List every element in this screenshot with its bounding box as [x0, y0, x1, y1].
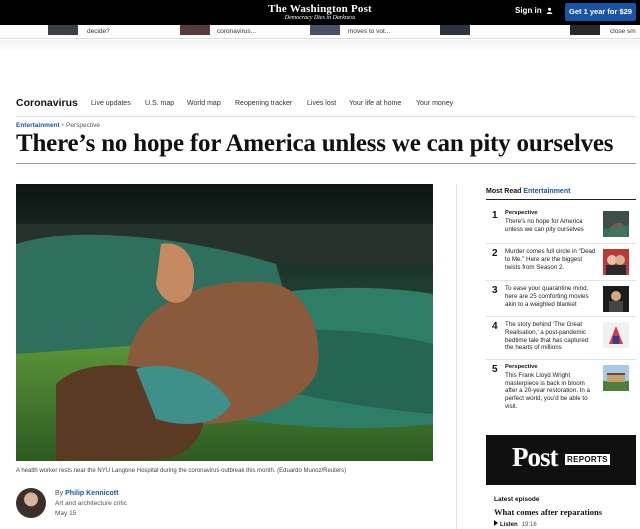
most-read-number: 2 — [492, 248, 498, 259]
promo-link[interactable]: decide? — [87, 25, 110, 38]
article-kicker: Entertainment • Perspective — [16, 122, 100, 129]
section-title[interactable]: Coronavirus — [16, 97, 78, 109]
podcast-brand-badge: REPORTS — [565, 454, 610, 465]
most-read-title: There’s no hope for America unless we ca… — [505, 217, 584, 233]
most-read-thumbnail[interactable] — [603, 365, 629, 391]
header-shadow — [0, 40, 640, 52]
most-read-header: Most Read Entertainment — [486, 188, 570, 195]
post-reports-banner[interactable]: Post REPORTS — [486, 435, 636, 485]
nav-link-life-at-home[interactable]: Your life at home — [349, 100, 401, 107]
most-read-tag: Perspective — [505, 210, 538, 216]
most-read-text: Murder comes full circle in “Dead to Me.… — [505, 248, 597, 271]
most-read-title: The story behind ‘The Great Realisation,… — [505, 321, 589, 352]
byline-prefix: By — [55, 490, 64, 497]
most-read-thumbnail[interactable] — [603, 322, 629, 348]
podcast-brand-word: Post — [512, 442, 558, 472]
nav-link-us-map[interactable]: U.S. map — [145, 100, 174, 107]
nav-link-lives-lost[interactable]: Lives lost — [307, 100, 336, 107]
episode-duration: 19:16 — [521, 522, 537, 528]
promo-thumbnail[interactable] — [570, 25, 600, 35]
author-role: Art and architecture critic — [55, 500, 127, 507]
most-read-text: Perspective This Frank Lloyd Wright maste… — [505, 364, 597, 411]
latest-episode-label: Latest episode — [494, 496, 540, 503]
nav-link-live-updates[interactable]: Live updates — [91, 100, 131, 107]
promo-thumbnail[interactable] — [440, 25, 470, 35]
promo-link[interactable]: close sm — [610, 25, 636, 38]
most-read-number: 4 — [492, 321, 498, 332]
most-read-thumbnail[interactable] — [603, 286, 629, 312]
most-read-separator — [486, 316, 636, 317]
most-read-rule — [486, 199, 636, 200]
section-nav: Coronavirus Live updates U.S. map World … — [16, 97, 636, 115]
most-read-number: 5 — [492, 364, 498, 375]
listen-button[interactable]: Listen 19:16 — [494, 520, 537, 528]
most-read-text: Perspective There’s no hope for America u… — [505, 210, 597, 233]
kicker-dot: • — [61, 122, 64, 129]
nav-link-world-map[interactable]: World map — [187, 100, 221, 107]
most-read-number: 1 — [492, 210, 498, 221]
most-read-section-link[interactable]: Entertainment — [523, 188, 570, 195]
sidebar-divider — [456, 184, 457, 529]
site-tagline: Democracy Dies in Darkness — [284, 15, 356, 21]
most-read-title: This Frank Lloyd Wright masterpiece is b… — [505, 371, 590, 410]
most-read-separator — [486, 280, 636, 281]
image-caption: A health worker rests near the NYU Lango… — [16, 468, 347, 474]
byline: By Philip Kennicott — [55, 490, 118, 497]
latest-episode-title[interactable]: What comes after reparations — [494, 507, 602, 517]
most-read-tag: Perspective — [505, 364, 538, 370]
subscribe-button[interactable]: Get 1 year for $29 — [565, 3, 636, 21]
promo-link[interactable]: coronavirus... — [217, 25, 256, 38]
nav-link-reopening-tracker[interactable]: Reopening tracker — [235, 100, 292, 107]
signin-button[interactable]: Sign in — [515, 6, 553, 15]
hero-photo-illustration — [16, 184, 433, 461]
most-read-text: The story behind ‘The Great Realisation,… — [505, 321, 597, 352]
signin-label: Sign in — [515, 6, 542, 15]
headline-divider — [16, 163, 636, 164]
most-read-title: To ease your quarantine mind, here are 2… — [505, 285, 589, 308]
author-link[interactable]: Philip Kennicott — [65, 490, 118, 497]
kicker-label: Perspective — [65, 122, 100, 129]
most-read-text: To ease your quarantine mind, here are 2… — [505, 285, 597, 308]
most-read-thumbnail[interactable] — [603, 249, 629, 275]
user-icon — [546, 7, 552, 14]
masthead-bar: The Washington Post Democracy Dies in Da… — [0, 0, 640, 25]
article-headline: There’s no hope for America unless we ca… — [16, 130, 614, 157]
most-read-label: Most Read — [486, 188, 522, 195]
most-read-separator — [486, 243, 636, 244]
kicker-section-link[interactable]: Entertainment — [16, 122, 60, 129]
promo-strip: decide? coronavirus... moves to vot... c… — [0, 25, 640, 39]
author-avatar[interactable] — [16, 488, 46, 518]
publish-date: May 15 — [55, 510, 77, 517]
promo-link[interactable]: moves to vot... — [348, 25, 390, 38]
play-icon — [494, 520, 498, 526]
most-read-title: Murder comes full circle in “Dead to Me.… — [505, 248, 596, 271]
most-read-separator — [486, 359, 636, 360]
most-read-number: 3 — [492, 285, 498, 296]
promo-thumbnail[interactable] — [48, 25, 78, 35]
most-read-thumbnail[interactable] — [603, 211, 629, 237]
promo-thumbnail[interactable] — [180, 25, 210, 35]
hero-image[interactable] — [16, 184, 433, 461]
promo-thumbnail[interactable] — [310, 25, 340, 35]
nav-link-your-money[interactable]: Your money — [416, 100, 453, 107]
nav-divider — [16, 116, 636, 117]
listen-label: Listen — [500, 522, 518, 528]
